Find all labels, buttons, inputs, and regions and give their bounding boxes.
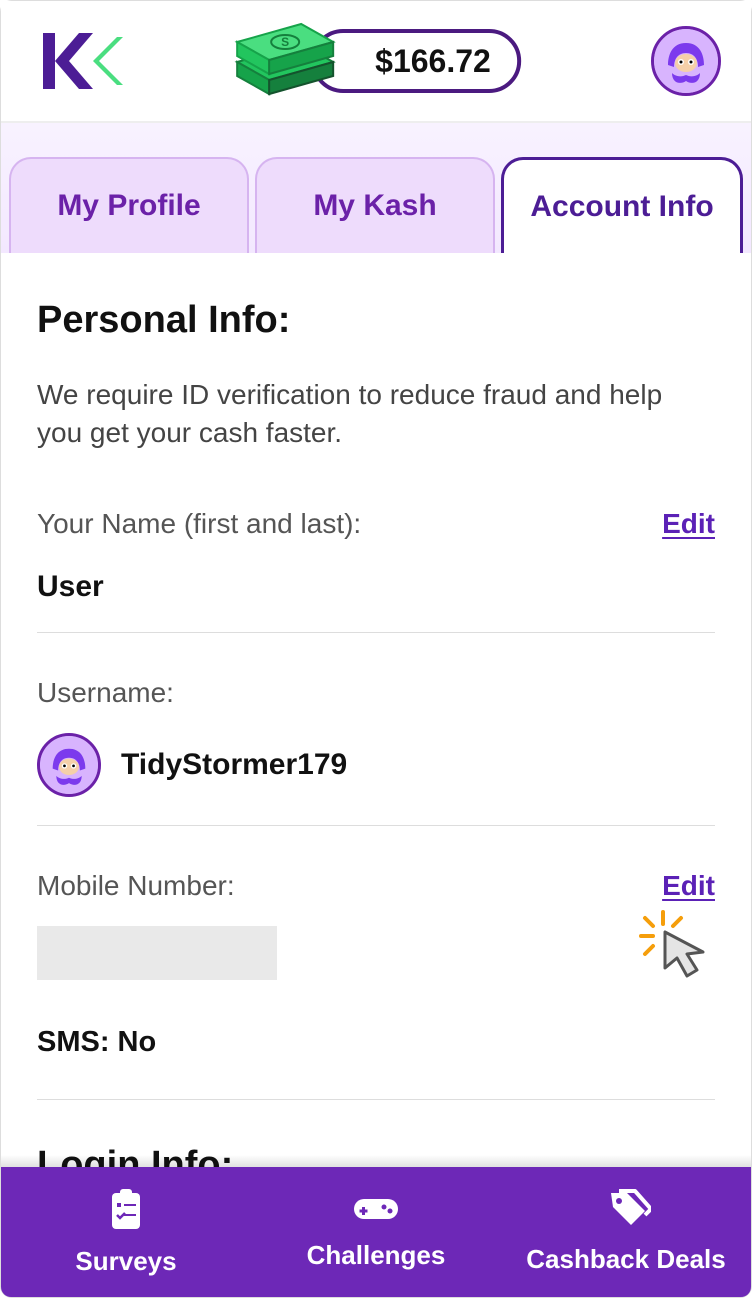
gamepad-icon [352,1193,400,1230]
nav-cashback[interactable]: Cashback Deals [501,1167,751,1297]
tab-my-profile[interactable]: My Profile [9,157,249,253]
edit-mobile-button[interactable]: Edit [662,870,715,902]
balance-value: $166.72 [311,29,521,93]
nav-challenges[interactable]: Challenges [251,1167,501,1297]
tab-my-kash[interactable]: My Kash [255,157,495,253]
bottom-nav: Surveys Challenges Cashback Deals [1,1167,751,1297]
nav-cashback-label: Cashback Deals [526,1244,725,1275]
nav-challenges-label: Challenges [307,1240,446,1271]
username-value: TidyStormer179 [121,748,347,782]
tab-account-info[interactable]: Account Info [501,157,743,253]
clipboard-icon [106,1187,146,1236]
name-field: Your Name (first and last): Edit User [37,508,715,633]
user-avatar[interactable] [651,26,721,96]
username-field: Username: TidyStormer179 [37,677,715,826]
name-label: Your Name (first and last): [37,508,361,540]
profile-tabs: My Profile My Kash Account Info [1,123,751,253]
username-label: Username: [37,677,715,709]
mobile-label: Mobile Number: [37,870,235,902]
account-info-content: Personal Info: We require ID verificatio… [1,253,751,1241]
mobile-value-redacted [37,926,277,980]
personal-info-title: Personal Info: [37,299,715,342]
cash-stack-icon: S [231,14,341,109]
mobile-field: Mobile Number: Edit SMS: No [37,870,715,1100]
app-logo[interactable] [31,25,129,97]
app-header: S $166.72 [1,1,751,123]
tags-icon [601,1189,651,1234]
balance-display[interactable]: S $166.72 [231,14,521,109]
nav-surveys[interactable]: Surveys [1,1167,251,1297]
nav-surveys-label: Surveys [75,1246,176,1277]
personal-info-desc: We require ID verification to reduce fra… [37,376,715,452]
svg-text:S: S [281,35,289,49]
click-cursor-icon [635,906,725,1001]
name-value: User [37,570,715,604]
edit-name-button[interactable]: Edit [662,508,715,540]
username-avatar-icon [37,733,101,797]
sms-value: SMS: No [37,1026,715,1059]
